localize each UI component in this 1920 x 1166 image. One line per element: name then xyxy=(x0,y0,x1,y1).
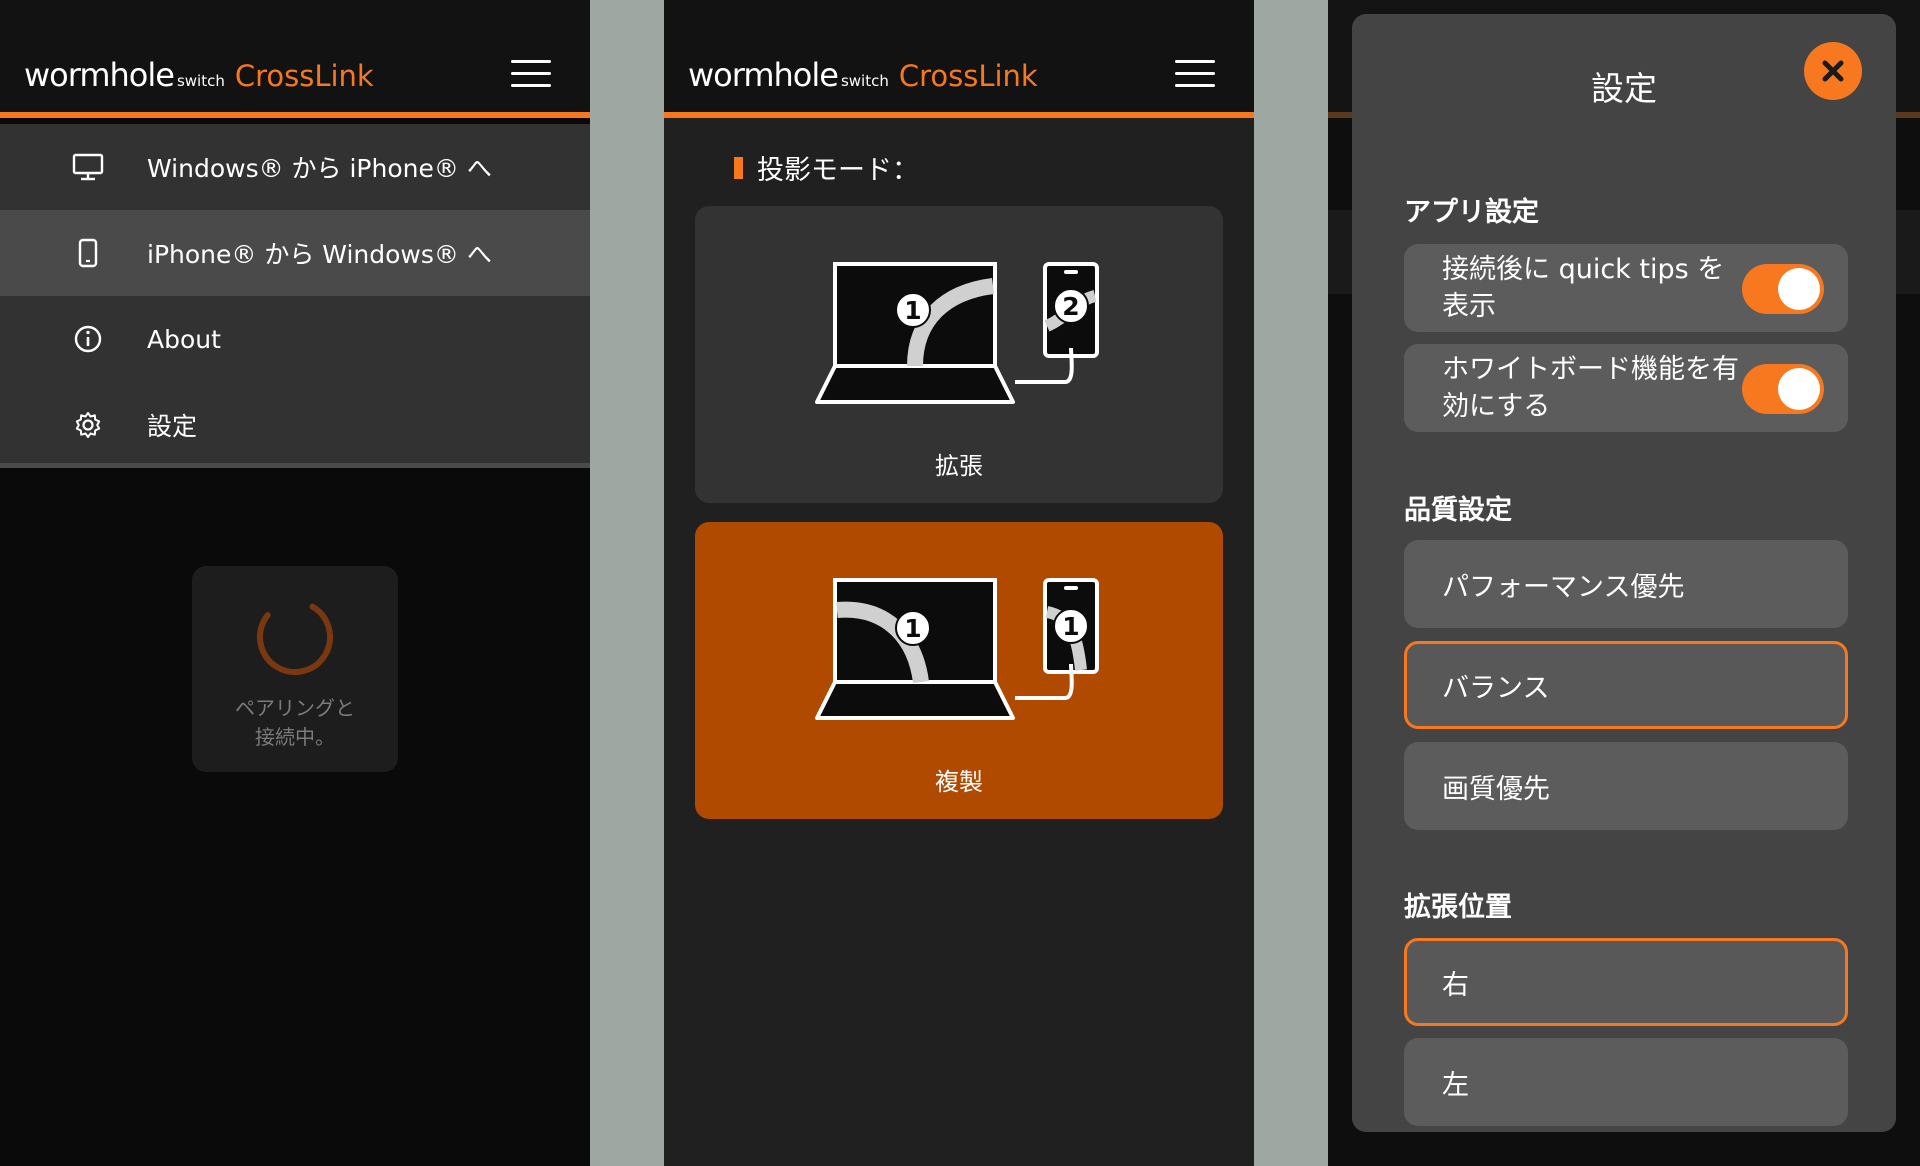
heading-accent-bar xyxy=(734,156,743,179)
logo-small: switch xyxy=(840,72,889,90)
projection-mode-screen: wormhole switch CrossLink 投影モード： 1 2 拡張 xyxy=(664,0,1254,1166)
quick-tips-toggle[interactable] xyxy=(1742,264,1824,314)
quality-settings-heading: 品質設定 xyxy=(1404,495,1512,526)
toggle-label: ホワイトボード機能を有効にする xyxy=(1442,354,1739,422)
pairing-text-line2: 接続中。 xyxy=(255,725,335,749)
projection-mode-heading: 投影モード： xyxy=(734,148,919,187)
hamburger-menu-icon[interactable] xyxy=(511,60,551,88)
laptop-screen-number: 1 xyxy=(904,296,921,325)
app-logo: wormhole switch CrossLink xyxy=(688,56,1038,94)
logo-main: wormhole xyxy=(688,56,839,94)
menu-item-label: iPhone® から Windows® へ xyxy=(147,240,492,269)
settings-dialog: 設定 アプリ設定 接続後に quick tips を表示 ホワイトボード機能を有… xyxy=(1352,14,1896,1132)
menu-item-label: About xyxy=(147,324,221,354)
monitor-icon xyxy=(72,151,104,183)
mode-card-duplicate[interactable]: 1 1 複製 xyxy=(695,522,1223,819)
pairing-status-box: ペアリングと 接続中。 xyxy=(192,566,398,772)
logo-product: CrossLink xyxy=(898,59,1038,93)
pairing-status-text: ペアリングと 接続中。 xyxy=(192,694,398,752)
toggle-label: 接続後に quick tips を表示 xyxy=(1442,254,1725,322)
duplicate-mode-illustration-icon: 1 1 xyxy=(815,578,1099,720)
loading-spinner-icon xyxy=(257,599,333,675)
quality-option-balance[interactable]: バランス xyxy=(1404,641,1848,729)
option-label: 右 xyxy=(1442,969,1469,1001)
quality-option-image[interactable]: 画質優先 xyxy=(1404,742,1848,830)
menu-item-settings[interactable]: 設定 xyxy=(0,382,590,468)
option-label: バランス xyxy=(1442,672,1550,704)
pairing-text-line1: ペアリングと xyxy=(235,696,355,720)
close-button[interactable] xyxy=(1804,42,1862,100)
menu-item-label: 設定 xyxy=(147,412,198,441)
close-icon xyxy=(1822,60,1844,82)
menu-screen: wormhole switch CrossLink Windows® から iP… xyxy=(0,0,590,1166)
phone-screen-number: 1 xyxy=(1062,612,1079,641)
menu-item-windows-to-iphone[interactable]: Windows® から iPhone® へ xyxy=(0,124,590,210)
nav-menu: Windows® から iPhone® へ iPhone® から Windows… xyxy=(0,124,590,468)
mode-card-extend[interactable]: 1 2 拡張 xyxy=(695,206,1223,503)
menu-item-about[interactable]: About xyxy=(0,296,590,382)
mode-card-label: 複製 xyxy=(935,768,983,796)
hamburger-menu-icon[interactable] xyxy=(1175,60,1215,88)
app-header: wormhole switch CrossLink xyxy=(0,0,590,118)
settings-screen: 設定 アプリ設定 接続後に quick tips を表示 ホワイトボード機能を有… xyxy=(1328,0,1920,1166)
mode-card-label: 拡張 xyxy=(935,452,983,480)
app-logo: wormhole switch CrossLink xyxy=(24,56,374,94)
logo-main: wormhole xyxy=(24,56,175,94)
menu-item-label: Windows® から iPhone® へ xyxy=(147,154,492,183)
quality-option-performance[interactable]: パフォーマンス優先 xyxy=(1404,540,1848,628)
menu-item-iphone-to-windows[interactable]: iPhone® から Windows® へ xyxy=(0,210,590,296)
option-label: 左 xyxy=(1442,1069,1469,1101)
position-option-right[interactable]: 右 xyxy=(1404,938,1848,1026)
projection-mode-title: 投影モード： xyxy=(757,155,919,186)
whiteboard-toggle-row: ホワイトボード機能を有効にする xyxy=(1404,344,1848,432)
option-label: パフォーマンス優先 xyxy=(1442,571,1685,603)
whiteboard-toggle[interactable] xyxy=(1742,364,1824,414)
extend-mode-illustration-icon: 1 2 xyxy=(815,262,1099,404)
phone-screen-number: 2 xyxy=(1062,292,1079,321)
app-header: wormhole switch CrossLink xyxy=(664,0,1254,118)
extend-position-heading: 拡張位置 xyxy=(1404,892,1512,923)
info-icon xyxy=(72,323,104,355)
laptop-screen-number: 1 xyxy=(904,614,921,643)
phone-icon xyxy=(72,237,104,269)
app-settings-heading: アプリ設定 xyxy=(1404,197,1539,228)
logo-small: switch xyxy=(176,72,225,90)
quick-tips-toggle-row: 接続後に quick tips を表示 xyxy=(1404,244,1848,332)
option-label: 画質優先 xyxy=(1442,773,1550,805)
gear-icon xyxy=(72,409,104,441)
logo-product: CrossLink xyxy=(234,59,374,93)
position-option-left[interactable]: 左 xyxy=(1404,1038,1848,1126)
